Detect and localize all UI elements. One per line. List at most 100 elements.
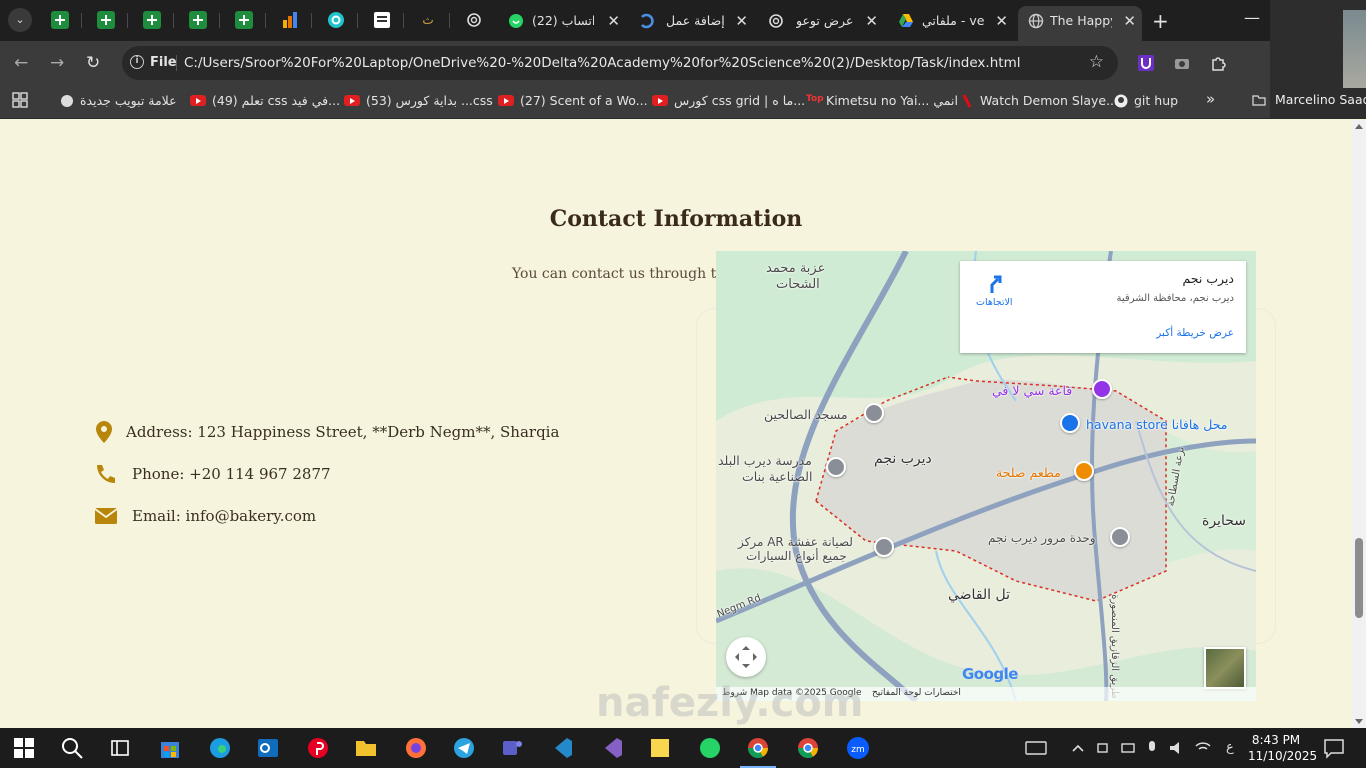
map-label-store[interactable]: havana store محل هافانا [1086,417,1227,432]
forward-button[interactable]: → [50,53,64,73]
map-label-restaurant[interactable]: مطعم صلحة [996,465,1061,480]
vscode-icon[interactable] [550,736,574,760]
bookmark-new-tab[interactable]: علامة تبويب جديدة [60,93,177,108]
battery-icon[interactable] [1120,736,1136,760]
keyboard-shortcuts-link[interactable]: اختصارات لوحة المفاتيح [872,688,961,698]
pinned-tab-sheets-5[interactable] [234,10,254,30]
chrome-icon[interactable] [746,736,770,760]
tab-divider [357,13,358,28]
pinned-tab-sheets-1[interactable] [50,10,70,30]
outlook-icon[interactable] [256,736,280,760]
pinned-tab-sheets-2[interactable] [96,10,116,30]
pinned-tab-chatgpt[interactable] [464,10,484,30]
directions-icon[interactable] [976,273,1016,295]
store-icon[interactable] [158,736,182,760]
close-icon[interactable]: ✕ [865,12,878,30]
more-bookmarks-button[interactable]: » [1206,90,1215,108]
task-view-icon[interactable] [108,736,132,760]
bookmark-scent-of-a-woman[interactable]: (27) Scent of a Wo... [498,93,648,108]
bookmark-demon-slayer[interactable]: Watch Demon Slaye... [960,93,1118,108]
school-poi-icon[interactable] [826,457,846,477]
map-label-mosque[interactable]: مسجد الصالحين [764,407,848,422]
teams-icon[interactable] [500,736,524,760]
url-text[interactable]: C:/Users/Sroor%20For%20Laptop/OneDrive%2… [184,55,1020,71]
whatsapp-icon[interactable] [698,736,722,760]
scheme-chip[interactable]: File [150,55,177,70]
pinned-tab-analytics[interactable] [280,10,300,30]
meet-icon[interactable] [1096,736,1112,760]
tab-whatsapp[interactable]: واتساب (22) ✕ [500,8,626,34]
bookmark-css-course[interactable]: (53) بداية كورس ...css [344,93,493,108]
bookmark-css-video[interactable]: (49) تعلم css في فيد... [190,93,340,108]
camera-icon[interactable] [1174,55,1190,71]
bookmark-github[interactable]: git hup [1114,93,1178,108]
page-scrollbar[interactable] [1352,120,1366,728]
pinned-tab-document[interactable] [372,10,392,30]
directions-label[interactable]: الاتجاهات [976,297,1013,308]
other-bookmarks-folder[interactable] [1252,93,1272,107]
tab-the-happy-active[interactable]: The Happy ✕ [1018,6,1142,41]
system-clock[interactable]: 8:43 PM 11/10/2025 [1248,732,1317,764]
close-icon[interactable]: ✕ [1123,12,1136,30]
embedded-map[interactable]: عزبة محمد الشحات مسجد الصالحين مدرسة دير… [716,251,1256,701]
store-poi-icon[interactable] [1060,413,1080,433]
visual-studio-icon[interactable] [600,736,624,760]
search-icon[interactable] [60,736,84,760]
keyboard-icon[interactable] [1024,736,1048,760]
new-tab-button[interactable]: + [1152,9,1169,33]
pinned-tab-arabic[interactable]: ث [418,10,438,30]
pinned-tab-sheets-3[interactable] [142,10,162,30]
pinned-tab-sheets-4[interactable] [188,10,208,30]
notification-icon[interactable] [1322,736,1346,760]
puzzle-icon[interactable] [1210,55,1226,71]
bookmark-star-icon[interactable]: ☆ [1089,52,1104,72]
telegram-icon[interactable] [452,736,476,760]
microphone-icon[interactable] [1144,736,1160,760]
traffic-poi-icon[interactable] [1110,527,1130,547]
tab-add-work[interactable]: إضافة عمل ✕ [630,8,754,34]
file-explorer-icon[interactable] [354,736,378,760]
sticky-notes-icon[interactable] [648,736,672,760]
fullscreen-button[interactable] [726,637,766,677]
restaurant-poi-icon[interactable] [1074,461,1094,481]
bookmark-css-grid[interactable]: كورس css grid | ما ه... [652,93,805,108]
firefox-icon[interactable] [404,736,428,760]
apps-grid-icon[interactable] [12,92,28,108]
tab-drive[interactable]: ملفاتي - ve ✕ [888,8,1014,34]
satellite-toggle[interactable] [1204,647,1246,689]
mosque-poi-icon[interactable] [864,403,884,423]
zoom-icon[interactable]: zm [846,736,870,760]
back-button[interactable]: ← [14,53,28,73]
map-label-car-center[interactable]: مركز AR لصيانة عفشة [738,535,853,549]
close-icon[interactable]: ✕ [995,12,1008,30]
view-larger-map-link[interactable]: عرض خريطة أكبر [1156,327,1234,339]
minimize-button[interactable]: — [1244,8,1260,27]
chevron-up-icon[interactable] [1070,736,1086,760]
map-label-traffic[interactable]: وحدة مرور ديرب نجم [988,531,1096,545]
bookmark-kimetsu[interactable]: Top Kimetsu no Yai... انمي [806,93,958,108]
address-bar[interactable]: i File C:/Users/Sroor%20For%20Laptop/One… [122,46,1118,80]
scroll-down-arrow-icon[interactable] [1355,719,1363,724]
scroll-up-arrow-icon[interactable] [1355,124,1363,129]
pinned-tab-canva[interactable] [326,10,346,30]
input-language[interactable]: ع [1226,740,1234,755]
sheets-icon [143,11,161,29]
tab-chatgpt[interactable]: عرض توعو ✕ [758,8,884,34]
close-icon[interactable]: ✕ [735,12,748,30]
volume-icon[interactable] [1168,736,1186,760]
chrome-icon[interactable] [796,736,820,760]
windows-start-icon[interactable] [12,736,36,760]
wifi-icon[interactable] [1194,736,1212,760]
close-icon[interactable]: ✕ [607,12,620,30]
map-label-hall[interactable]: قاعة سي لا في [992,383,1072,398]
tab-search-button[interactable]: ⌄ [8,8,32,32]
car-center-poi-icon[interactable] [874,537,894,557]
hall-poi-icon[interactable] [1092,379,1112,399]
map-label-school[interactable]: مدرسة ديرب البلد [718,453,812,468]
edge-icon[interactable] [208,736,232,760]
reload-button[interactable]: ↻ [86,53,100,73]
pinterest-icon[interactable] [306,736,330,760]
info-icon[interactable]: i [130,55,144,69]
scrollbar-thumb[interactable] [1355,538,1363,618]
extension-u-icon[interactable] [1138,55,1154,71]
